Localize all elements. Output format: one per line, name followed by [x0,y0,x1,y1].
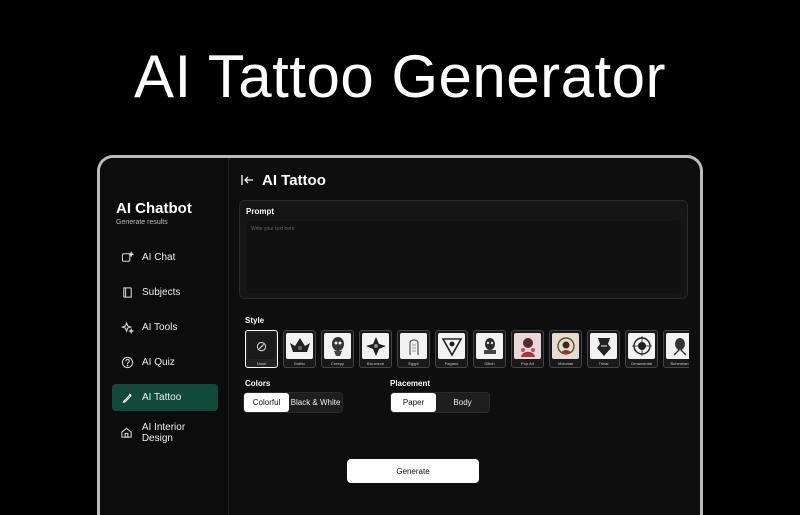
style-option-label: Ornamental [631,361,652,366]
style-option-label: Bohemian [670,361,689,366]
sidebar: AI Chatbot Generate results AI Chat Subj… [100,158,229,515]
colors-option-colorful[interactable]: Colorful [244,393,290,412]
style-option-label: Victorian [557,361,574,366]
style-option-label: Glitch [484,361,495,366]
style-option-ornamental[interactable]: Ornamental [625,330,658,368]
app-title: AI Chatbot [116,200,192,217]
sidebar-nav: AI Chat Subjects AI Tools AI Quiz AI Tat… [112,244,218,454]
bio-mech-thumbnail [362,333,389,359]
style-option-label: Tribal [598,361,609,366]
colors-toggle: Colorful Black & White [243,392,343,413]
placement-label: Placement [390,379,431,388]
prompt-section: Prompt [239,200,688,299]
style-option-gothic[interactable]: Gothic [283,330,316,368]
sidebar-item-label: AI Tools [142,322,178,333]
pagano-thumbnail [438,333,465,359]
sidebar-item-subjects[interactable]: Subjects [112,279,218,306]
tattoo-pen-icon [120,391,134,405]
glitch-thumbnail [476,333,503,359]
placement-option-paper[interactable]: Paper [391,393,437,412]
creepy-thumbnail [324,333,351,359]
style-option-creepy[interactable]: Creepy [321,330,354,368]
style-option-pop-art[interactable]: Pop Art [511,330,544,368]
ornamental-thumbnail [628,333,655,359]
page-header: AI Tattoo [241,172,326,189]
sidebar-item-ai-interior-design[interactable]: AI Interior Design [112,419,218,446]
style-option-bohemian[interactable]: Bohemian [663,330,689,368]
style-option-none[interactable]: ⊘ None [245,330,278,368]
bohemian-thumbnail [666,333,689,359]
style-options: ⊘ None Gothic Creepy Bio-mech Egypt Paga… [245,330,689,370]
style-option-bio-mech[interactable]: Bio-mech [359,330,392,368]
generate-button[interactable]: Generate [347,459,479,483]
back-arrow-icon[interactable] [241,173,254,189]
colors-option-black-white[interactable]: Black & White [289,393,342,412]
none-icon: ⊘ [248,333,275,359]
gothic-thumbnail [286,333,313,359]
prompt-input[interactable] [246,221,681,293]
prompt-label: Prompt [246,207,274,216]
style-option-label: Bio-mech [367,361,384,366]
home-icon [120,426,134,440]
style-option-label: None [256,361,267,366]
sidebar-item-label: AI Tattoo [142,392,182,403]
brand: AI Chatbot Generate results [116,200,192,226]
style-option-label: Pagano [444,361,459,366]
sidebar-item-ai-chat[interactable]: AI Chat [112,244,218,271]
app-window: AI Chatbot Generate results AI Chat Subj… [97,155,703,515]
sidebar-item-label: AI Chat [142,252,176,263]
style-option-label: Creepy [331,361,344,366]
sidebar-item-label: AI Quiz [142,357,175,368]
style-option-egypt[interactable]: Egypt [397,330,430,368]
sparkles-icon [120,321,134,335]
app-subtitle: Generate results [116,219,168,226]
tribal-thumbnail [590,333,617,359]
style-option-label: Pop Art [520,361,535,366]
colors-label: Colors [245,379,271,388]
headline: AI Tattoo Generator [133,43,667,110]
book-icon [120,286,134,300]
placement-toggle: Paper Body [390,392,490,413]
page-title: AI Tattoo [262,172,326,189]
main-content: AI Tattoo Prompt Style ⊘ None Gothic [229,158,700,515]
style-label: Style [245,316,265,325]
placement-option-body[interactable]: Body [436,393,489,412]
question-icon [120,356,134,370]
sidebar-item-ai-tools[interactable]: AI Tools [112,314,218,341]
style-option-glitch[interactable]: Glitch [473,330,506,368]
sidebar-item-ai-quiz[interactable]: AI Quiz [112,349,218,376]
style-option-victorian[interactable]: Victorian [549,330,582,368]
pop-art-thumbnail [514,333,541,359]
sidebar-item-label: AI Interior Design [141,421,186,444]
style-option-tribal[interactable]: Tribal [587,330,620,368]
chat-sparkle-icon [120,251,134,265]
sidebar-item-ai-tattoo[interactable]: AI Tattoo [112,384,218,411]
style-option-label: Gothic [293,361,306,366]
egypt-thumbnail [400,333,427,359]
victorian-thumbnail [552,333,579,359]
style-option-pagano[interactable]: Pagano [435,330,468,368]
style-option-label: Egypt [408,361,419,366]
sidebar-item-label: Subjects [142,287,181,298]
